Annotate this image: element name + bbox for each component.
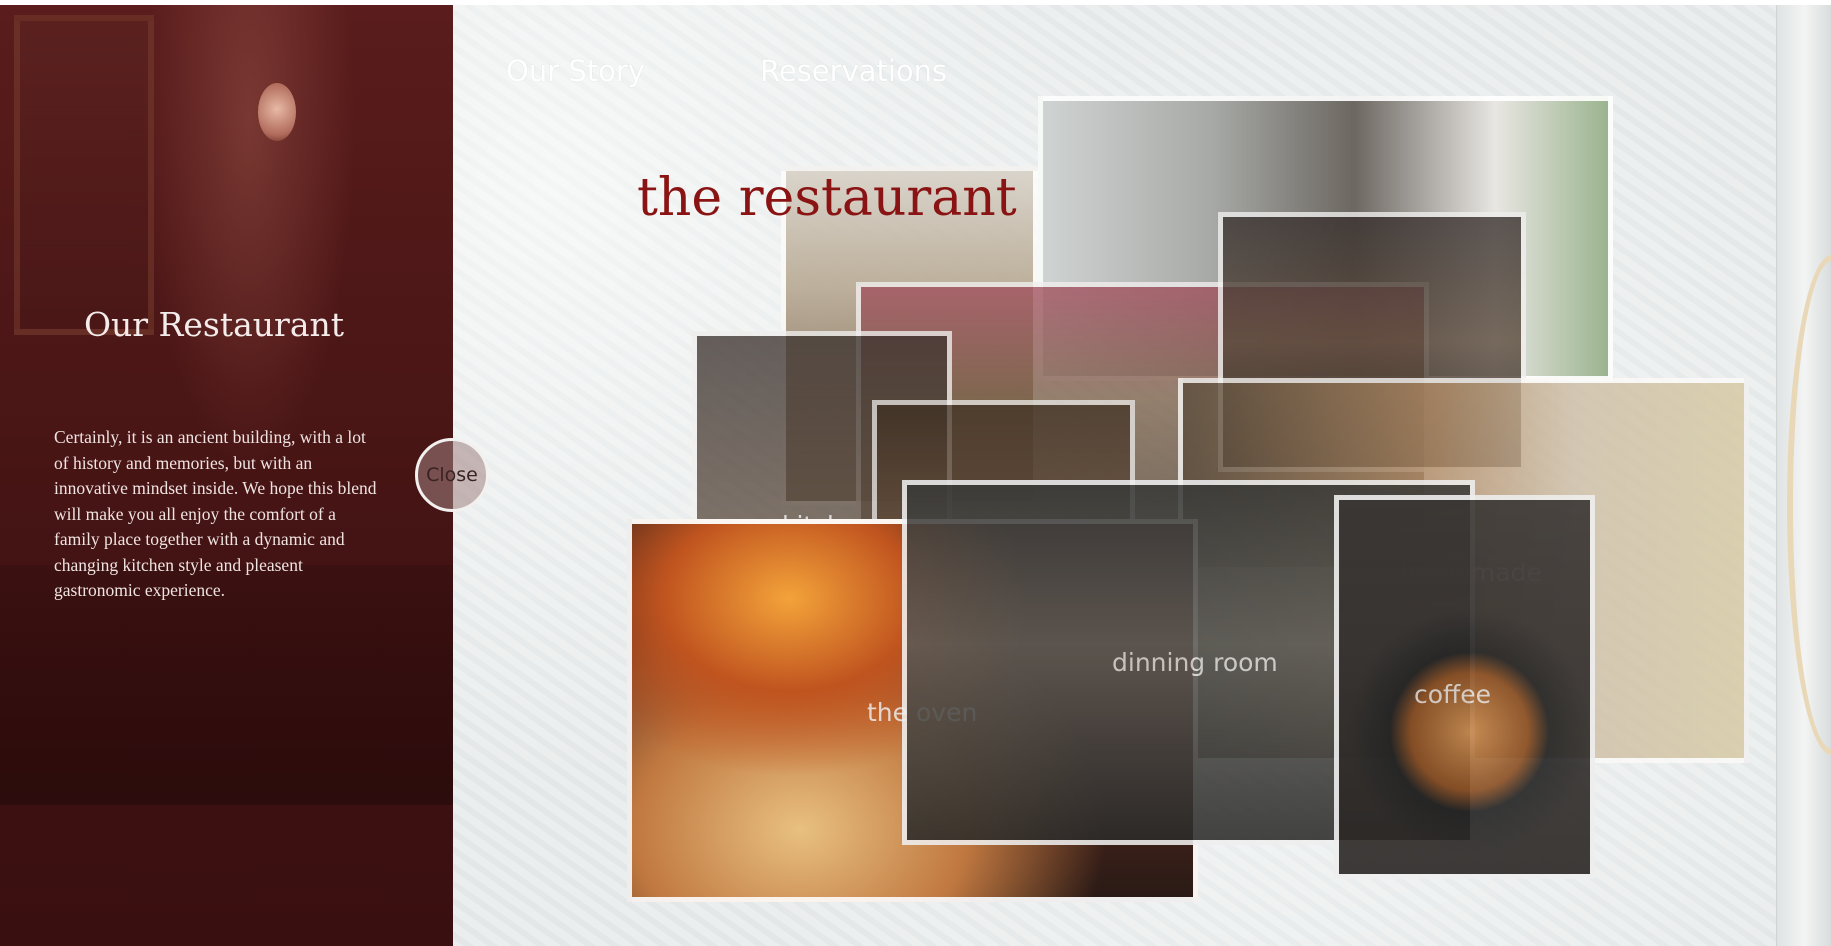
next-panel-preview[interactable]	[1776, 5, 1831, 946]
restaurant-info-panel: Our Restaurant Certainly, it is an ancie…	[0, 5, 453, 946]
nav-reservations[interactable]: Reservations	[760, 54, 947, 88]
gallery-label-dining: dinning room	[1112, 648, 1278, 677]
page-title: the restaurant	[637, 168, 1017, 228]
nav-our-story[interactable]: Our Story	[506, 54, 645, 88]
gallery-label-coffee: coffee	[1414, 680, 1492, 709]
close-button[interactable]: Close	[415, 438, 489, 512]
wall-mirror-decoration	[14, 15, 154, 335]
panel-title: Our Restaurant	[83, 305, 345, 344]
gallery-photo-coffee[interactable]: coffee	[1334, 495, 1595, 879]
wall-lamp-decoration	[258, 83, 296, 141]
bowl-image	[1787, 255, 1831, 755]
panel-description: Certainly, it is an ancient building, wi…	[54, 427, 377, 600]
